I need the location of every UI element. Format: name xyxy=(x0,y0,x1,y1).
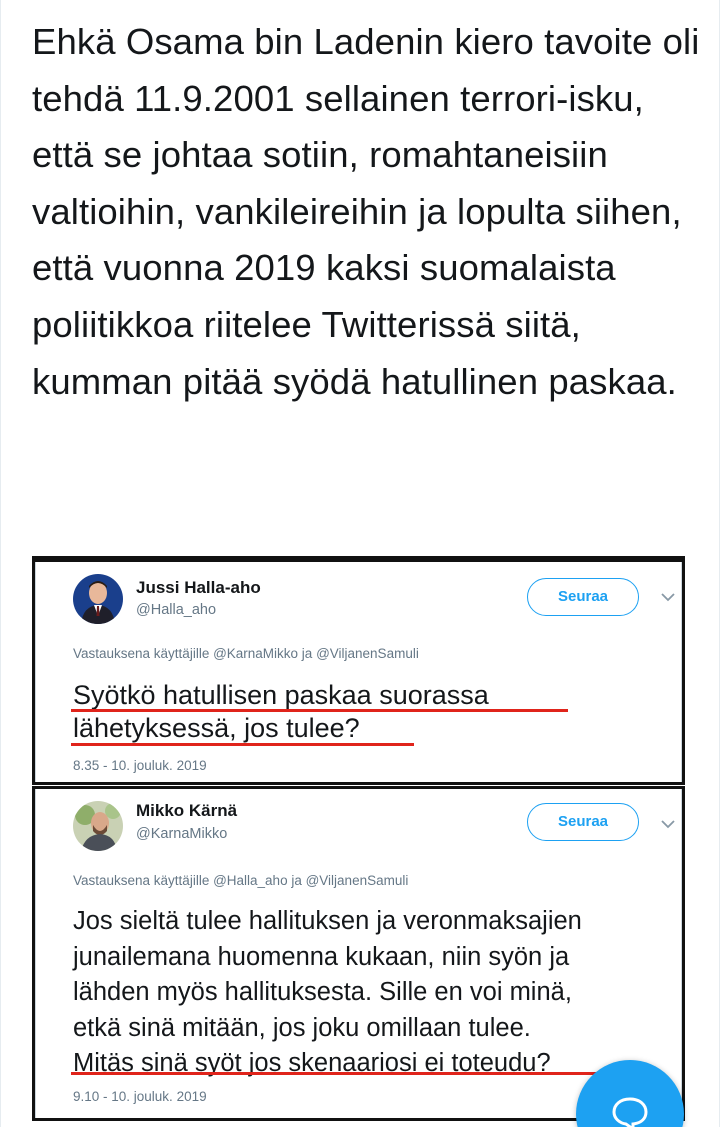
chevron-down-icon[interactable] xyxy=(659,815,677,833)
chevron-down-icon[interactable] xyxy=(659,588,677,606)
author-name[interactable]: Mikko Kärnä xyxy=(136,801,237,821)
embedded-tweet-halla-aho[interactable]: Jussi Halla-aho @Halla_aho Seuraa Vastau… xyxy=(32,556,685,785)
tweet-text-line: junailemana huomenna kukaan, niin syön j… xyxy=(73,942,570,971)
embedded-tweet-karna[interactable]: Mikko Kärnä @KarnaMikko Seuraa Vastaukse… xyxy=(32,786,685,1121)
tweet-text-line: Mitäs sinä syöt jos skenaariosi ei toteu… xyxy=(73,1049,551,1077)
tweet-timestamp[interactable]: 8.35 - 10. jouluk. 2019 xyxy=(73,758,207,773)
tweet-text-line: Jos sieltä tulee hallituksen ja veronmak… xyxy=(73,907,582,935)
follow-button[interactable]: Seuraa xyxy=(527,803,639,841)
reply-to-text: Vastauksena käyttäjille @KarnaMikko ja @… xyxy=(73,646,419,661)
red-underline xyxy=(71,709,568,712)
tweet-text: Jos sieltä tulee hallituksen ja veronmak… xyxy=(73,904,673,1082)
follow-button[interactable]: Seuraa xyxy=(527,578,639,616)
red-underline xyxy=(71,1072,639,1075)
tweet-text-line: etkä sinä mitään, jos joku omillaan tule… xyxy=(73,1013,531,1042)
author-handle[interactable]: @KarnaMikko xyxy=(136,826,227,842)
red-underline xyxy=(71,743,414,746)
author-handle[interactable]: @Halla_aho xyxy=(136,602,216,618)
tweet-text-line: Syötkö hatullisen paskaa suorassa xyxy=(73,680,489,710)
avatar[interactable] xyxy=(73,801,123,851)
reply-to-text: Vastauksena käyttäjille @Halla_aho ja @V… xyxy=(73,873,409,888)
tweet-text-line: lähden myös hallituksesta. Sille en voi … xyxy=(73,978,572,1006)
speech-bubble-icon xyxy=(612,1097,648,1127)
avatar[interactable] xyxy=(73,574,123,624)
post-text: Ehkä Osama bin Ladenin kiero tavoite oli… xyxy=(32,21,700,402)
tweet-text: Syötkö hatullisen paskaa suorassa lähety… xyxy=(73,679,633,745)
tweet-text-line: lähetyksessä, jos tulee? xyxy=(73,713,360,743)
tweet-timestamp[interactable]: 9.10 - 10. jouluk. 2019 xyxy=(73,1089,207,1104)
author-name[interactable]: Jussi Halla-aho xyxy=(136,578,261,598)
